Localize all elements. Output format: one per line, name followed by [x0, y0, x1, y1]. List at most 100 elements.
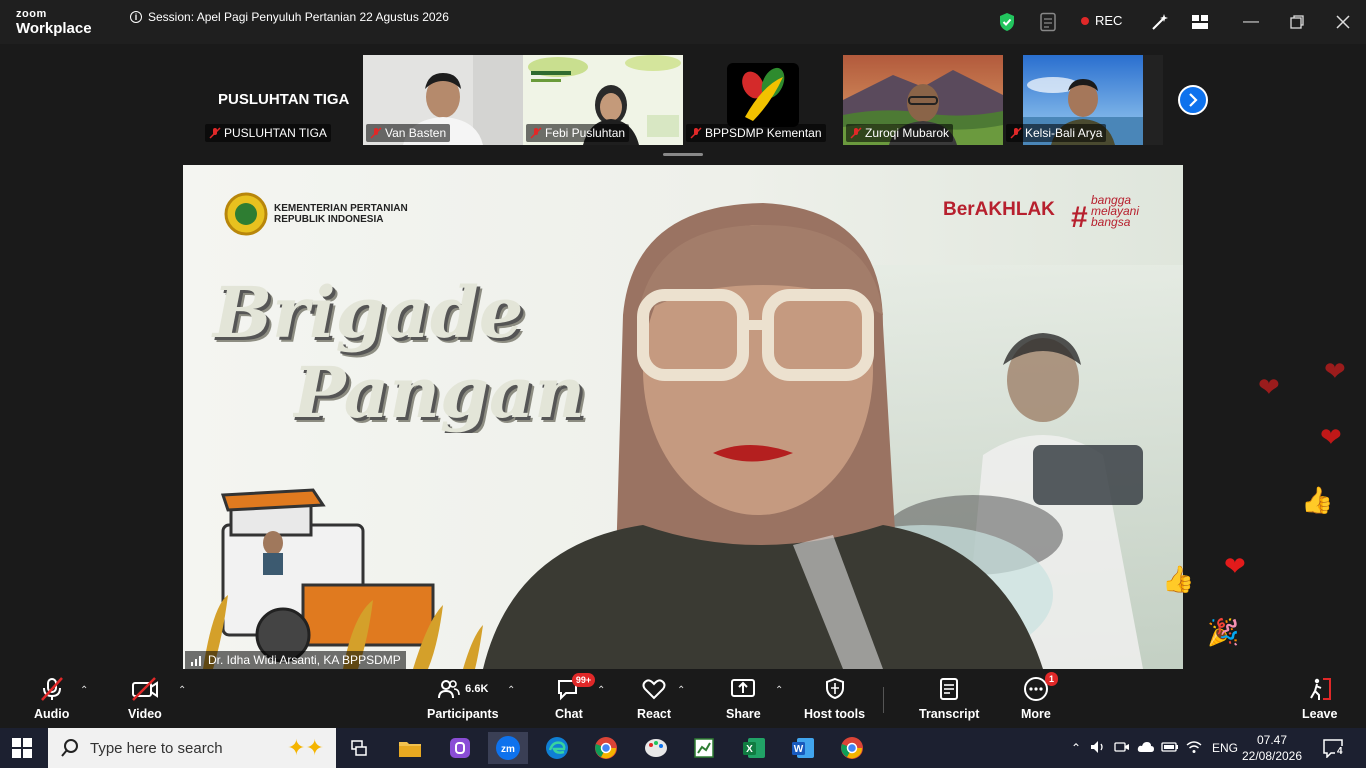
language-indicator[interactable]: ENG: [1212, 741, 1238, 755]
chat-button[interactable]: 99+ Chat: [555, 673, 596, 721]
signal-strength-icon: [191, 656, 201, 666]
zoom-app-icon[interactable]: zm: [488, 732, 528, 764]
leave-icon: [1309, 678, 1331, 700]
shield-icon: [825, 677, 844, 700]
notification-count: 4: [1335, 746, 1345, 757]
svg-text:zm: zm: [501, 744, 515, 755]
more-badge: 1: [1044, 672, 1058, 686]
participants-options-caret[interactable]: ⌃: [507, 685, 515, 696]
mic-muted-icon: [530, 127, 542, 139]
thumbs-up-reaction-icon: 👍: [1301, 485, 1334, 515]
transcript-button[interactable]: Transcript: [919, 676, 979, 721]
host-tools-button[interactable]: Host tools: [804, 676, 865, 721]
share-screen-icon: [731, 679, 756, 697]
video-button[interactable]: Video: [128, 676, 162, 721]
svg-text:#: #: [1071, 201, 1088, 234]
info-icon: i: [130, 11, 142, 23]
video-off-icon: [131, 677, 158, 701]
taskbar-clock[interactable]: 07.47 22/08/2026: [1240, 732, 1304, 764]
speaker-name-tag: Dr. Idha Widi Arsanti, KA BPPSDMP: [185, 651, 406, 669]
session-info[interactable]: i Session: Apel Pagi Penyuluh Pertanian …: [130, 10, 449, 24]
tray-expand-icon[interactable]: ⌃: [1066, 741, 1086, 755]
paint-app-icon[interactable]: [636, 732, 676, 764]
heart-reaction-icon: ❤: [1258, 372, 1280, 402]
chat-options-caret[interactable]: ⌃: [597, 685, 605, 696]
react-options-caret[interactable]: ⌃: [677, 685, 685, 696]
mic-muted-icon: [370, 127, 382, 139]
excel-app-icon[interactable]: X: [734, 732, 774, 764]
notes-icon[interactable]: [1038, 12, 1058, 32]
svg-text:W: W: [794, 744, 804, 755]
windows-start-button[interactable]: [12, 738, 32, 763]
mic-muted-icon: [690, 127, 702, 139]
share-options-caret[interactable]: ⌃: [775, 685, 783, 696]
more-button[interactable]: 1 More: [1021, 672, 1058, 721]
copilot-app-icon[interactable]: [440, 732, 480, 764]
tile-name-kelsi: Kelsi-Bali Arya: [1006, 124, 1107, 142]
share-button[interactable]: Share: [726, 676, 761, 721]
zoom-logo: zoom Workplace: [16, 8, 92, 37]
magic-wand-icon[interactable]: [1150, 12, 1170, 32]
chevron-right-icon: [1189, 93, 1198, 107]
slide-headline: Brigade Pangan: [213, 271, 586, 433]
wifi-icon[interactable]: [1182, 740, 1206, 757]
mic-muted-icon: [850, 127, 862, 139]
encryption-shield-icon[interactable]: [997, 12, 1017, 32]
main-video: # KEMENTERIAN PERTANIAN REPUBLIK INDONES…: [183, 165, 1183, 669]
mic-muted-icon: [40, 677, 63, 701]
thumbs-up-reaction-icon: 👍: [1162, 564, 1195, 594]
bangga-melayani-logo: bangga melayani bangsa: [1091, 193, 1140, 229]
tile-name-van-basten: Van Basten: [366, 124, 451, 142]
participants-icon: [438, 680, 460, 699]
cloud-sync-icon[interactable]: [1134, 740, 1158, 757]
edge-browser-icon[interactable]: [537, 732, 577, 764]
tile-name-pusluhtan: PUSLUHTAN TIGA: [205, 124, 331, 142]
audio-button[interactable]: Audio: [34, 676, 69, 721]
ministry-name: KEMENTERIAN PERTANIAN REPUBLIK INDONESIA: [274, 203, 408, 225]
file-explorer-icon[interactable]: [390, 732, 430, 764]
toolbar-divider: [883, 687, 884, 713]
leave-button[interactable]: Leave: [1302, 676, 1337, 721]
tile-name-febi: Febi Pusluhtan: [526, 124, 630, 142]
audio-options-caret[interactable]: ⌃: [80, 685, 88, 696]
participants-button[interactable]: 6.6K Participants: [427, 676, 499, 721]
gallery-resize-handle[interactable]: [663, 153, 703, 156]
battery-icon[interactable]: [1158, 741, 1182, 756]
chrome-browser-icon[interactable]: [586, 732, 626, 764]
windows-logo-icon: [12, 738, 32, 758]
heart-icon: [642, 679, 666, 700]
system-tray: ⌃ ENG: [1066, 728, 1238, 768]
maximize-button[interactable]: [1285, 10, 1309, 34]
taskbar-search[interactable]: Type here to search ✦✦: [48, 728, 336, 768]
notification-center-button[interactable]: 4: [1322, 738, 1346, 763]
minimize-button[interactable]: —: [1239, 10, 1263, 34]
gallery-edge: [1143, 55, 1163, 145]
gallery-next-button[interactable]: [1178, 85, 1208, 115]
meeting-toolbar: Audio ⌃ Video ⌃ 6.6K Participants ⌃ 99+ …: [0, 669, 1366, 728]
heart-reaction-icon: ❤: [1320, 422, 1342, 452]
camera-tray-icon[interactable]: [1110, 740, 1134, 757]
close-button[interactable]: [1331, 10, 1355, 34]
view-grid-icon[interactable]: [1190, 12, 1210, 32]
berakhlak-logo: BerAKHLAK: [943, 199, 1055, 220]
heart-reaction-icon: ❤: [1224, 551, 1246, 581]
video-options-caret[interactable]: ⌃: [178, 685, 186, 696]
record-dot-icon: [1081, 16, 1089, 25]
heart-reaction-icon: ❤: [1324, 356, 1346, 386]
mic-muted-icon: [1010, 127, 1022, 139]
tile-name-zuroqi: Zuroqi Mubarok: [846, 124, 954, 142]
word-app-icon[interactable]: W: [783, 732, 823, 764]
windows-taskbar: Type here to search ✦✦ zm X W ⌃ ENG 07.4…: [0, 728, 1366, 768]
participants-count: 6.6K: [465, 683, 489, 695]
react-button[interactable]: React: [637, 676, 671, 721]
chrome-profile-icon[interactable]: [832, 732, 872, 764]
speaker-icon[interactable]: [1086, 740, 1110, 757]
recording-indicator[interactable]: REC: [1081, 13, 1122, 28]
search-icon: [61, 739, 78, 757]
title-bar: zoom Workplace i Session: Apel Pagi Peny…: [0, 0, 1366, 44]
spreadsheet-app-icon[interactable]: [684, 732, 724, 764]
session-title: Session: Apel Pagi Penyuluh Pertanian 22…: [148, 10, 449, 24]
task-view-icon[interactable]: [340, 732, 380, 764]
gallery-active-label: PUSLUHTAN TIGA: [218, 91, 350, 108]
transcript-icon: [940, 678, 959, 700]
